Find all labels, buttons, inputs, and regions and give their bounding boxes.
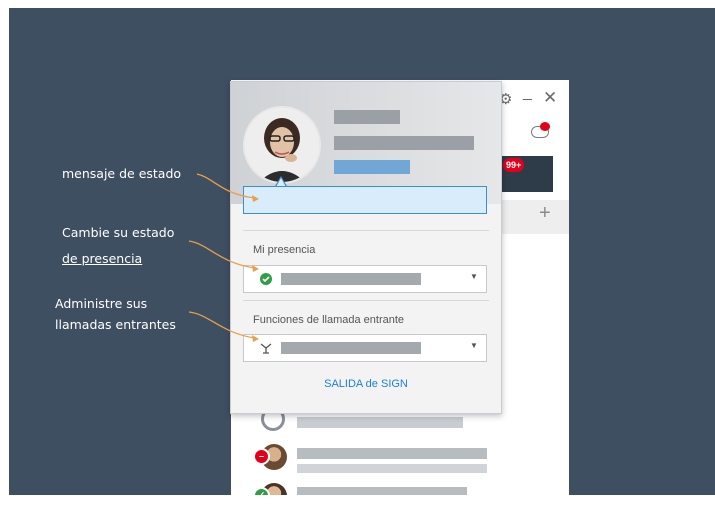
arrow-calls <box>188 311 256 339</box>
screenshot-backdrop: ⚙ _ ✕ 99+ + – ✓ Mi presencia ▼ Funciones… <box>9 8 715 495</box>
arrow-presence <box>188 240 256 269</box>
arrow-status-message <box>196 173 256 199</box>
annotation-arrows <box>188 173 259 342</box>
